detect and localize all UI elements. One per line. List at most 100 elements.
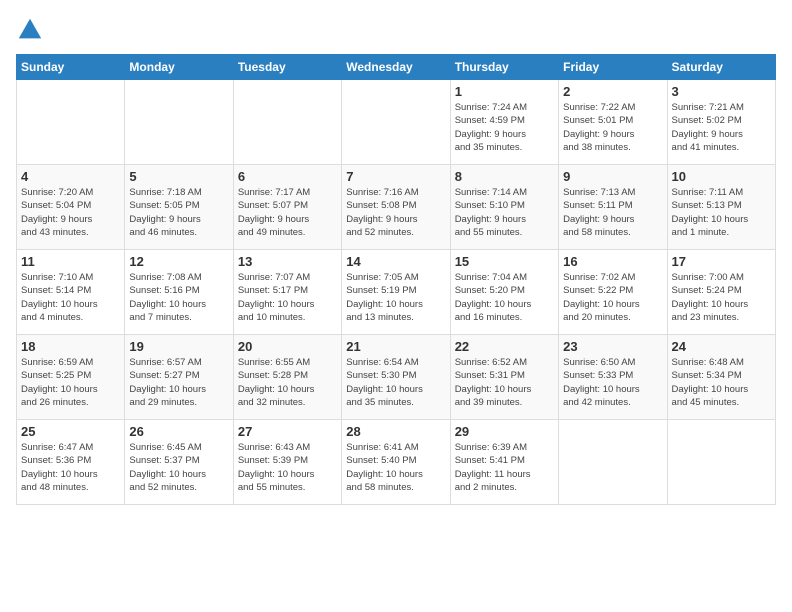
week-row-2: 4 Sunrise: 7:20 AM Sunset: 5:04 PM Daylig… bbox=[17, 165, 776, 250]
calendar-cell: 2 Sunrise: 7:22 AM Sunset: 5:01 PM Daylig… bbox=[559, 80, 667, 165]
day-number: 24 bbox=[672, 339, 771, 354]
day-number: 3 bbox=[672, 84, 771, 99]
day-info: Sunrise: 7:05 AM Sunset: 5:19 PM Dayligh… bbox=[346, 271, 445, 324]
day-number: 28 bbox=[346, 424, 445, 439]
week-row-3: 11 Sunrise: 7:10 AM Sunset: 5:14 PM Dayli… bbox=[17, 250, 776, 335]
day-number: 22 bbox=[455, 339, 554, 354]
day-number: 2 bbox=[563, 84, 662, 99]
day-info: Sunrise: 7:17 AM Sunset: 5:07 PM Dayligh… bbox=[238, 186, 337, 239]
header-row: SundayMondayTuesdayWednesdayThursdayFrid… bbox=[17, 55, 776, 80]
day-info: Sunrise: 7:10 AM Sunset: 5:14 PM Dayligh… bbox=[21, 271, 120, 324]
day-number: 13 bbox=[238, 254, 337, 269]
calendar-cell: 21 Sunrise: 6:54 AM Sunset: 5:30 PM Dayli… bbox=[342, 335, 450, 420]
day-info: Sunrise: 6:50 AM Sunset: 5:33 PM Dayligh… bbox=[563, 356, 662, 409]
calendar-cell: 9 Sunrise: 7:13 AM Sunset: 5:11 PM Daylig… bbox=[559, 165, 667, 250]
calendar-cell: 25 Sunrise: 6:47 AM Sunset: 5:36 PM Dayli… bbox=[17, 420, 125, 505]
calendar-cell: 13 Sunrise: 7:07 AM Sunset: 5:17 PM Dayli… bbox=[233, 250, 341, 335]
calendar-cell bbox=[667, 420, 775, 505]
day-info: Sunrise: 7:18 AM Sunset: 5:05 PM Dayligh… bbox=[129, 186, 228, 239]
calendar-cell bbox=[233, 80, 341, 165]
calendar-cell: 12 Sunrise: 7:08 AM Sunset: 5:16 PM Dayli… bbox=[125, 250, 233, 335]
day-info: Sunrise: 7:08 AM Sunset: 5:16 PM Dayligh… bbox=[129, 271, 228, 324]
calendar-cell: 15 Sunrise: 7:04 AM Sunset: 5:20 PM Dayli… bbox=[450, 250, 558, 335]
day-info: Sunrise: 7:04 AM Sunset: 5:20 PM Dayligh… bbox=[455, 271, 554, 324]
day-info: Sunrise: 7:20 AM Sunset: 5:04 PM Dayligh… bbox=[21, 186, 120, 239]
day-number: 10 bbox=[672, 169, 771, 184]
day-number: 20 bbox=[238, 339, 337, 354]
calendar-cell: 17 Sunrise: 7:00 AM Sunset: 5:24 PM Dayli… bbox=[667, 250, 775, 335]
day-info: Sunrise: 6:48 AM Sunset: 5:34 PM Dayligh… bbox=[672, 356, 771, 409]
logo bbox=[16, 16, 48, 44]
calendar-cell: 5Sunrise: 7:18 AM Sunset: 5:05 PM Daylig… bbox=[125, 165, 233, 250]
day-info: Sunrise: 6:41 AM Sunset: 5:40 PM Dayligh… bbox=[346, 441, 445, 494]
day-info: Sunrise: 6:45 AM Sunset: 5:37 PM Dayligh… bbox=[129, 441, 228, 494]
day-info: Sunrise: 6:59 AM Sunset: 5:25 PM Dayligh… bbox=[21, 356, 120, 409]
calendar-cell bbox=[342, 80, 450, 165]
day-info: Sunrise: 7:07 AM Sunset: 5:17 PM Dayligh… bbox=[238, 271, 337, 324]
day-info: Sunrise: 7:02 AM Sunset: 5:22 PM Dayligh… bbox=[563, 271, 662, 324]
header-cell-wednesday: Wednesday bbox=[342, 55, 450, 80]
calendar-header: SundayMondayTuesdayWednesdayThursdayFrid… bbox=[17, 55, 776, 80]
day-number: 25 bbox=[21, 424, 120, 439]
day-info: Sunrise: 6:47 AM Sunset: 5:36 PM Dayligh… bbox=[21, 441, 120, 494]
day-number: 1 bbox=[455, 84, 554, 99]
day-number: 19 bbox=[129, 339, 228, 354]
day-info: Sunrise: 7:24 AM Sunset: 4:59 PM Dayligh… bbox=[455, 101, 554, 154]
header-cell-thursday: Thursday bbox=[450, 55, 558, 80]
calendar-cell: 26Sunrise: 6:45 AM Sunset: 5:37 PM Dayli… bbox=[125, 420, 233, 505]
calendar-cell: 28 Sunrise: 6:41 AM Sunset: 5:40 PM Dayli… bbox=[342, 420, 450, 505]
day-number: 12 bbox=[129, 254, 228, 269]
calendar-cell bbox=[125, 80, 233, 165]
calendar-cell: 16Sunrise: 7:02 AM Sunset: 5:22 PM Dayli… bbox=[559, 250, 667, 335]
day-info: Sunrise: 7:21 AM Sunset: 5:02 PM Dayligh… bbox=[672, 101, 771, 154]
calendar-cell: 11 Sunrise: 7:10 AM Sunset: 5:14 PM Dayli… bbox=[17, 250, 125, 335]
day-number: 23 bbox=[563, 339, 662, 354]
calendar-cell: 23 Sunrise: 6:50 AM Sunset: 5:33 PM Dayli… bbox=[559, 335, 667, 420]
day-number: 27 bbox=[238, 424, 337, 439]
calendar-cell: 18 Sunrise: 6:59 AM Sunset: 5:25 PM Dayli… bbox=[17, 335, 125, 420]
day-info: Sunrise: 6:39 AM Sunset: 5:41 PM Dayligh… bbox=[455, 441, 554, 494]
calendar-body: 1 Sunrise: 7:24 AM Sunset: 4:59 PM Daylig… bbox=[17, 80, 776, 505]
page-header bbox=[16, 16, 776, 44]
day-info: Sunrise: 7:13 AM Sunset: 5:11 PM Dayligh… bbox=[563, 186, 662, 239]
day-number: 14 bbox=[346, 254, 445, 269]
header-cell-tuesday: Tuesday bbox=[233, 55, 341, 80]
day-info: Sunrise: 6:54 AM Sunset: 5:30 PM Dayligh… bbox=[346, 356, 445, 409]
day-info: Sunrise: 7:22 AM Sunset: 5:01 PM Dayligh… bbox=[563, 101, 662, 154]
calendar-cell: 6 Sunrise: 7:17 AM Sunset: 5:07 PM Daylig… bbox=[233, 165, 341, 250]
calendar-cell: 8 Sunrise: 7:14 AM Sunset: 5:10 PM Daylig… bbox=[450, 165, 558, 250]
calendar-cell bbox=[17, 80, 125, 165]
day-number: 21 bbox=[346, 339, 445, 354]
day-number: 6 bbox=[238, 169, 337, 184]
day-number: 18 bbox=[21, 339, 120, 354]
calendar-cell: 24 Sunrise: 6:48 AM Sunset: 5:34 PM Dayli… bbox=[667, 335, 775, 420]
calendar-cell: 4 Sunrise: 7:20 AM Sunset: 5:04 PM Daylig… bbox=[17, 165, 125, 250]
day-info: Sunrise: 7:16 AM Sunset: 5:08 PM Dayligh… bbox=[346, 186, 445, 239]
week-row-4: 18 Sunrise: 6:59 AM Sunset: 5:25 PM Dayli… bbox=[17, 335, 776, 420]
header-cell-friday: Friday bbox=[559, 55, 667, 80]
header-cell-sunday: Sunday bbox=[17, 55, 125, 80]
calendar-cell: 19 Sunrise: 6:57 AM Sunset: 5:27 PM Dayli… bbox=[125, 335, 233, 420]
calendar-cell: 7Sunrise: 7:16 AM Sunset: 5:08 PM Daylig… bbox=[342, 165, 450, 250]
day-info: Sunrise: 7:14 AM Sunset: 5:10 PM Dayligh… bbox=[455, 186, 554, 239]
day-number: 4 bbox=[21, 169, 120, 184]
day-number: 17 bbox=[672, 254, 771, 269]
calendar-cell: 22Sunrise: 6:52 AM Sunset: 5:31 PM Dayli… bbox=[450, 335, 558, 420]
header-cell-monday: Monday bbox=[125, 55, 233, 80]
calendar-cell: 3 Sunrise: 7:21 AM Sunset: 5:02 PM Daylig… bbox=[667, 80, 775, 165]
day-info: Sunrise: 6:57 AM Sunset: 5:27 PM Dayligh… bbox=[129, 356, 228, 409]
day-number: 11 bbox=[21, 254, 120, 269]
day-number: 9 bbox=[563, 169, 662, 184]
day-number: 29 bbox=[455, 424, 554, 439]
day-number: 15 bbox=[455, 254, 554, 269]
day-info: Sunrise: 6:55 AM Sunset: 5:28 PM Dayligh… bbox=[238, 356, 337, 409]
day-info: Sunrise: 6:43 AM Sunset: 5:39 PM Dayligh… bbox=[238, 441, 337, 494]
calendar-table: SundayMondayTuesdayWednesdayThursdayFrid… bbox=[16, 54, 776, 505]
day-info: Sunrise: 7:00 AM Sunset: 5:24 PM Dayligh… bbox=[672, 271, 771, 324]
calendar-cell: 29 Sunrise: 6:39 AM Sunset: 5:41 PM Dayli… bbox=[450, 420, 558, 505]
day-number: 8 bbox=[455, 169, 554, 184]
header-cell-saturday: Saturday bbox=[667, 55, 775, 80]
day-info: Sunrise: 7:11 AM Sunset: 5:13 PM Dayligh… bbox=[672, 186, 771, 239]
logo-icon bbox=[16, 16, 44, 44]
week-row-5: 25 Sunrise: 6:47 AM Sunset: 5:36 PM Dayli… bbox=[17, 420, 776, 505]
